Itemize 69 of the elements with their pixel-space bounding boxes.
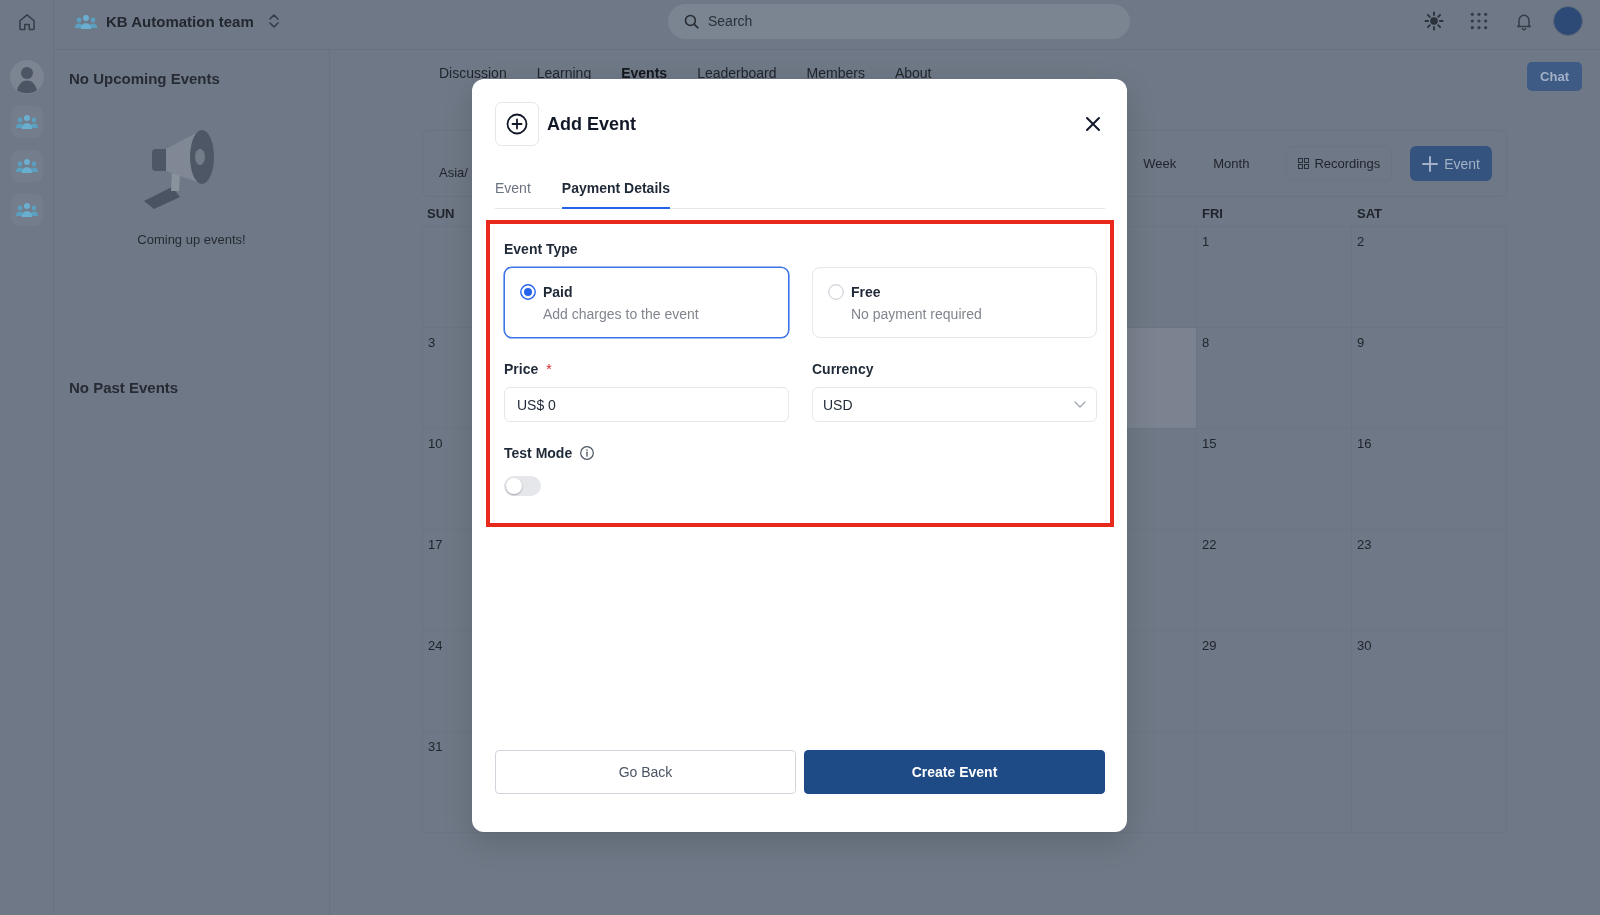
date-number: 1: [1202, 234, 1210, 249]
sun-icon[interactable]: [1424, 11, 1444, 31]
bell-icon[interactable]: [1514, 11, 1534, 31]
nav-tab[interactable]: Members: [806, 66, 865, 81]
recordings-button[interactable]: Recordings: [1286, 146, 1393, 181]
date-number: 22: [1202, 537, 1217, 552]
nav-tab[interactable]: Events: [621, 66, 668, 81]
currency-dropdown[interactable]: USD: [812, 387, 1097, 422]
chevron-down-icon: [1074, 401, 1086, 408]
home-icon[interactable]: [16, 12, 37, 32]
weekday-header: SUN: [426, 205, 455, 221]
create-event-button[interactable]: Create Event: [804, 750, 1105, 794]
timezone-label: Asia/: [439, 165, 468, 180]
date-number: 30: [1357, 638, 1372, 653]
date-number: 10: [428, 436, 443, 451]
weekday-header: SAT: [1356, 205, 1383, 221]
close-icon: [1085, 116, 1101, 132]
empty-state-message: Coming up events!: [136, 232, 247, 248]
option-title: Paid: [543, 283, 574, 301]
date-number: 29: [1202, 638, 1217, 653]
date-number: 3: [428, 335, 436, 350]
option-card[interactable]: Paid Add charges to the event: [504, 267, 789, 338]
info-icon[interactable]: [580, 446, 595, 460]
nav-tab[interactable]: Leaderboard: [697, 66, 777, 81]
price-field[interactable]: US$ 0: [504, 387, 789, 422]
nav-tab[interactable]: Learning: [536, 66, 592, 81]
date-number: 31: [428, 739, 443, 754]
field-label: Price: [504, 360, 539, 378]
field-label: Test Mode: [504, 444, 573, 462]
squares-icon: [1298, 158, 1310, 169]
section-heading: No Upcoming Events: [69, 69, 221, 89]
search-field[interactable]: Search: [668, 3, 1130, 39]
add-event-button[interactable]: Event: [1410, 146, 1492, 181]
dialog-tab[interactable]: Event: [495, 179, 531, 209]
date-number: 15: [1202, 436, 1217, 451]
search-icon: [683, 12, 700, 30]
team-name[interactable]: KB Automation team: [106, 12, 254, 30]
field-label: Event Type: [504, 240, 579, 258]
dialog-title: Add Event: [547, 113, 636, 135]
option-description: Add charges to the event: [543, 306, 699, 322]
plus-icon: [1422, 155, 1439, 172]
option-card[interactable]: Free No payment required: [812, 267, 1097, 338]
close-button[interactable]: [1085, 116, 1101, 132]
date-number: 2: [1357, 234, 1365, 249]
dialog-tab[interactable]: Payment Details: [561, 179, 670, 209]
date-number: 24: [428, 638, 443, 653]
section-heading: No Past Events: [69, 378, 180, 398]
date-number: 8: [1202, 335, 1210, 350]
chevron-up-down-icon[interactable]: [267, 12, 280, 30]
option-title: Free: [851, 283, 882, 301]
required-mark: *: [546, 360, 552, 378]
view-tab[interactable]: Week: [1143, 156, 1177, 171]
field-label: Currency: [812, 360, 874, 378]
user-avatar[interactable]: [1553, 6, 1583, 36]
date-number: 17: [428, 537, 443, 552]
date-number: 23: [1357, 537, 1372, 552]
user-avatar[interactable]: [9, 60, 44, 94]
toggle-switch[interactable]: [504, 476, 541, 496]
nav-tab[interactable]: About: [894, 66, 932, 81]
go-back-button[interactable]: Go Back: [495, 750, 796, 794]
chat-button[interactable]: Chat: [1527, 61, 1582, 91]
date-number: 16: [1357, 436, 1372, 451]
option-description: No payment required: [851, 306, 982, 322]
date-number: 9: [1357, 335, 1365, 350]
radio-button[interactable]: [520, 284, 536, 300]
view-tab[interactable]: Month: [1213, 156, 1250, 171]
nav-tab[interactable]: Discussion: [439, 66, 507, 81]
apps-grid-icon[interactable]: [1469, 11, 1489, 31]
weekday-header: FRI: [1201, 205, 1223, 221]
